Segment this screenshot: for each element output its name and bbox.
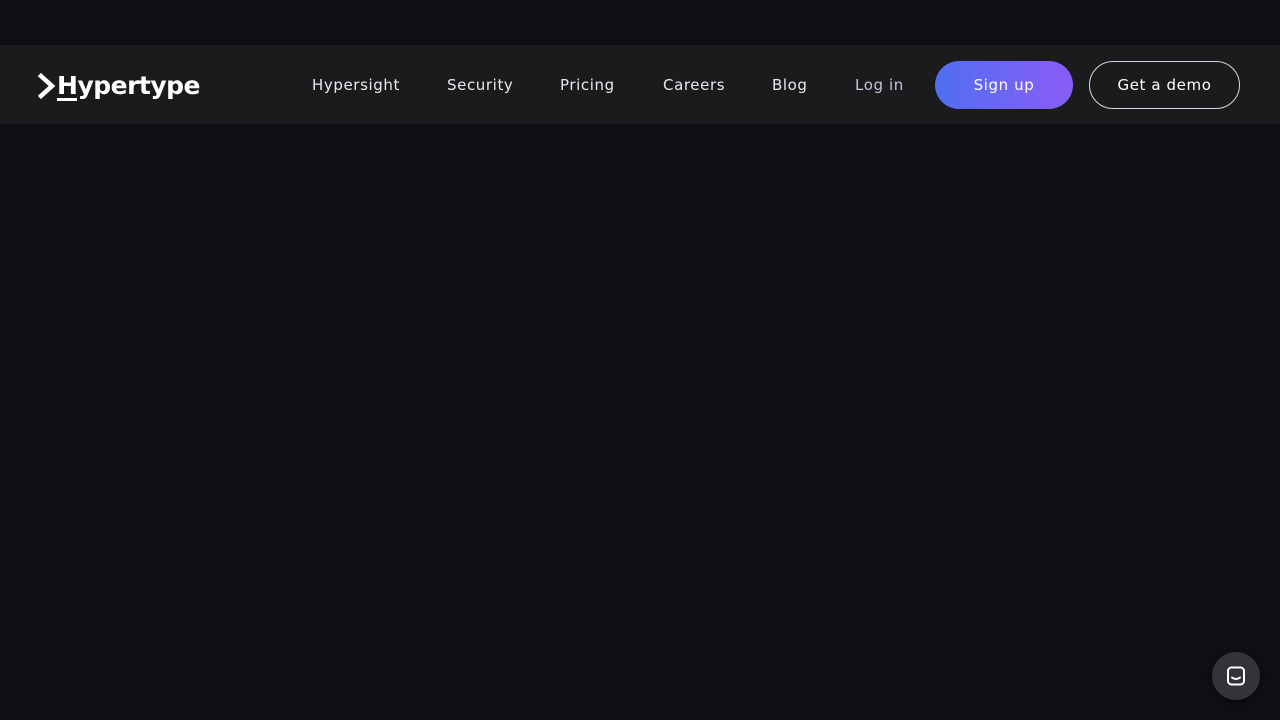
signup-button[interactable]: Sign up: [935, 61, 1073, 109]
chat-icon: [1227, 666, 1245, 686]
login-link[interactable]: Log in: [855, 75, 904, 95]
signup-button-label: Sign up: [973, 76, 1035, 94]
get-demo-button-label: Get a demo: [1117, 76, 1212, 94]
main-nav: Hypersight Security Pricing Careers Blog…: [0, 45, 1280, 124]
top-navbar: Hypertype Hypersight Security Pricing Ca…: [0, 45, 1280, 124]
nav-item-hypersight[interactable]: Hypersight: [312, 75, 400, 95]
nav-item-security[interactable]: Security: [447, 75, 513, 95]
page: Hypertype Hypersight Security Pricing Ca…: [0, 0, 1280, 720]
nav-item-pricing[interactable]: Pricing: [560, 75, 615, 95]
get-demo-button[interactable]: Get a demo: [1089, 61, 1240, 109]
chat-launcher-button[interactable]: [1212, 652, 1260, 700]
nav-item-blog[interactable]: Blog: [772, 75, 808, 95]
nav-item-careers[interactable]: Careers: [663, 75, 725, 95]
